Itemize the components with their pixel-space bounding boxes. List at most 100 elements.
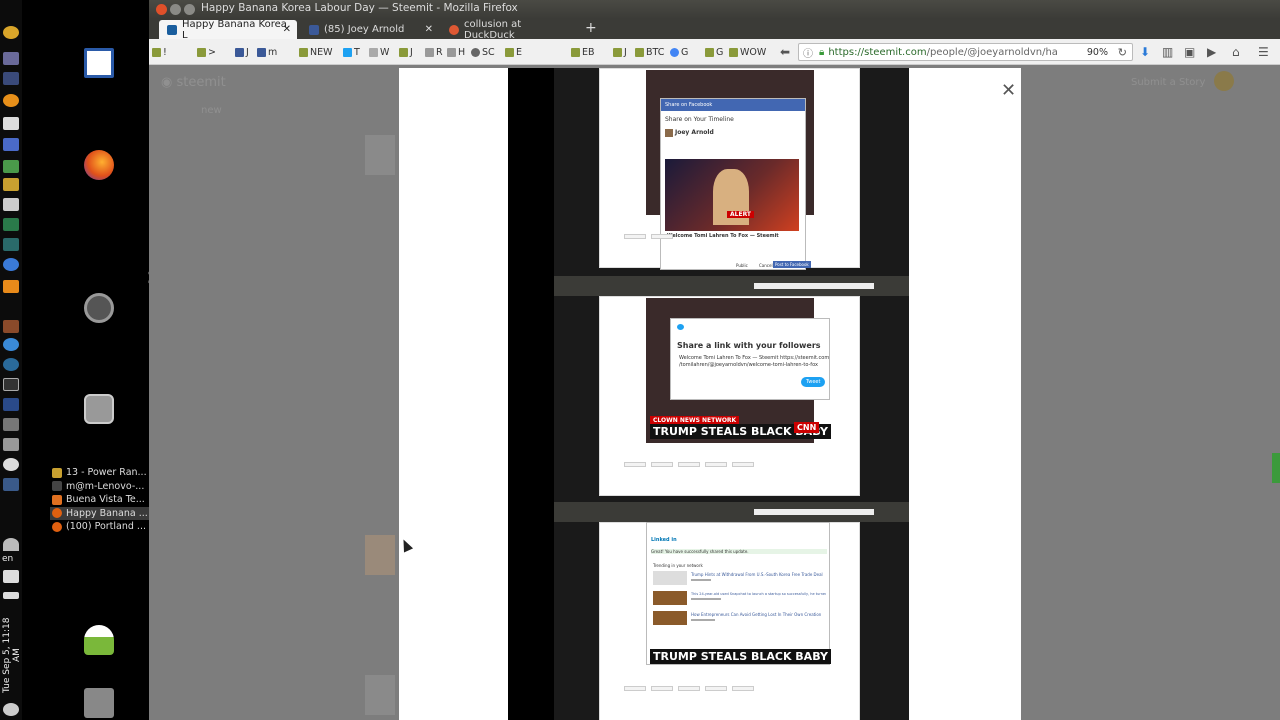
grid-icon[interactable] xyxy=(3,178,19,191)
twitter-icon xyxy=(343,47,352,57)
nav-new[interactable]: new xyxy=(201,105,222,116)
ubuntu-icon[interactable] xyxy=(3,26,19,39)
home-icon[interactable]: ⌂ xyxy=(1232,45,1240,59)
bookmark-item[interactable]: WOW xyxy=(729,46,766,58)
library-icon[interactable]: ▥ xyxy=(1162,45,1173,59)
atom-icon[interactable] xyxy=(3,358,19,371)
list-item[interactable]: Trump Hints at Withdrawal From U.S.-Sout… xyxy=(653,571,823,585)
download-icon[interactable]: ⬇ xyxy=(1140,45,1150,59)
bookmark-item[interactable]: m xyxy=(257,46,277,58)
bookmark-item[interactable]: ! xyxy=(152,46,167,58)
close-window-button[interactable] xyxy=(156,4,167,15)
system-clock[interactable]: Tue Sep 5, 11:18 AM xyxy=(2,610,22,700)
tweet-button[interactable]: Tweet xyxy=(801,377,826,387)
twitter-share-text[interactable]: Welcome Tomi Lahren To Fox — Steemit htt… xyxy=(679,355,829,361)
new-tab-icon[interactable]: + xyxy=(585,20,597,36)
twitter-share-text[interactable]: /tomilahren/@joeyarnoldvn/welcome-tomi-l… xyxy=(679,362,818,368)
monitor-icon[interactable] xyxy=(3,238,19,251)
url-bar[interactable]: ⓘ 🔒︎ https://steemit.com/people/@joeyarn… xyxy=(798,43,1133,61)
tab-duckduckgo[interactable]: collusion at DuckDuck xyxy=(441,19,579,41)
embedded-browser-chrome xyxy=(554,502,909,522)
sync-icon[interactable]: ▣ xyxy=(1184,45,1195,59)
info-icon[interactable]: ⓘ xyxy=(803,45,813,60)
trash-icon[interactable] xyxy=(84,688,114,718)
rss-icon[interactable] xyxy=(3,280,19,293)
close-tab-icon[interactable]: ✕ xyxy=(425,24,433,35)
bookmark-item[interactable]: J xyxy=(235,46,249,58)
bookmark-item[interactable]: G xyxy=(705,46,723,58)
keyboard-language[interactable]: en xyxy=(2,554,13,564)
ubuntu-software-icon[interactable] xyxy=(84,293,114,323)
zoom-level[interactable]: 90% xyxy=(1087,47,1108,58)
chrome-icon[interactable] xyxy=(3,338,19,351)
app-icon[interactable] xyxy=(3,52,19,65)
reload-icon[interactable]: ↻ xyxy=(1118,46,1127,59)
power-icon[interactable] xyxy=(3,703,19,716)
facebook-cancel[interactable]: Cancel xyxy=(759,263,773,268)
volume-icon[interactable] xyxy=(3,570,19,583)
bookmark-item[interactable]: E xyxy=(505,46,522,58)
firefox-icon[interactable] xyxy=(84,150,114,180)
scrollbar-thumb[interactable] xyxy=(1272,453,1280,483)
list-item[interactable]: How Entrepreneurs Can Avoid Getting Lost… xyxy=(653,611,821,625)
wifi-icon[interactable] xyxy=(3,538,19,551)
terminal-icon[interactable] xyxy=(3,378,19,391)
folder-icon[interactable] xyxy=(3,418,19,431)
bookmark-item[interactable]: R xyxy=(425,46,443,58)
tab-facebook[interactable]: (85) Joey Arnold ✕ xyxy=(301,20,439,39)
url-host: https://steemit.com xyxy=(828,46,927,58)
drive-icon[interactable] xyxy=(3,478,19,491)
minimize-window-button[interactable] xyxy=(170,4,181,15)
spreadsheet-icon[interactable] xyxy=(3,160,19,173)
tab-steemit[interactable]: Happy Banana Korea L ✕ xyxy=(159,19,297,41)
menu-icon[interactable]: ☰ xyxy=(1258,45,1269,59)
chromium-icon[interactable] xyxy=(3,258,19,271)
close-tab-icon[interactable]: ✕ xyxy=(283,24,291,35)
duckduckgo-icon xyxy=(449,24,459,35)
file-cabinet-icon[interactable] xyxy=(84,394,114,424)
wiki-icon xyxy=(369,47,378,57)
facebook-public[interactable]: Public xyxy=(736,263,748,268)
close-modal-icon[interactable]: ✕ xyxy=(1001,80,1016,101)
bookmark-item[interactable]: G xyxy=(670,46,688,58)
chart-icon[interactable] xyxy=(3,218,19,231)
facebook-post-button[interactable]: Post to Facebook xyxy=(773,261,811,268)
text-icon[interactable] xyxy=(3,198,19,211)
bookmark-item[interactable]: T xyxy=(343,46,360,58)
list-item[interactable]: This 24-year-old used Snapchat to launch… xyxy=(653,591,826,605)
nav-bar: ! > J m NEW T W J R H SC E EB J BTC G G … xyxy=(149,39,1280,65)
avatar[interactable] xyxy=(1214,71,1234,91)
printer-icon[interactable] xyxy=(3,438,19,451)
maximize-window-button[interactable] xyxy=(184,4,195,15)
twitter-share-dialog: Share a link with your followers Welcome… xyxy=(670,318,830,400)
folder-icon xyxy=(705,47,714,57)
battery-icon[interactable] xyxy=(3,592,19,599)
bookmark-item[interactable]: NEW xyxy=(299,46,333,58)
bookmark-item[interactable]: J xyxy=(399,46,413,58)
bookmark-item[interactable]: EB xyxy=(571,46,595,58)
submit-story-link[interactable]: Submit a Story xyxy=(1131,77,1205,88)
facebook-sub[interactable]: Share on Your Timeline xyxy=(665,116,734,123)
bookmark-item[interactable]: H xyxy=(447,46,465,58)
window-icon xyxy=(52,467,62,478)
user-accounts-icon[interactable] xyxy=(84,625,114,655)
facebook-link-title[interactable]: Welcome Tomi Lahren To Fox — Steemit xyxy=(667,233,779,239)
image-icon[interactable] xyxy=(3,320,19,333)
webcam-icon[interactable] xyxy=(3,458,19,471)
photo-icon[interactable] xyxy=(3,398,19,411)
upload-icon[interactable] xyxy=(3,72,19,85)
bitcoin-icon[interactable] xyxy=(3,94,19,107)
bookmark-item[interactable]: J xyxy=(613,46,627,58)
youtube-icon[interactable]: ▶ xyxy=(1207,45,1216,59)
facebook-header: Share on Facebook xyxy=(661,99,805,111)
back-icon[interactable]: ⬅ xyxy=(780,45,790,59)
bookmark-item[interactable]: SC xyxy=(471,46,495,58)
edit-icon[interactable] xyxy=(3,117,19,130)
bookmark-item[interactable]: W xyxy=(369,46,389,58)
document-icon[interactable] xyxy=(84,48,114,78)
folder-icon xyxy=(197,47,206,57)
calc-icon[interactable] xyxy=(3,138,19,151)
bookmark-item[interactable]: BTC xyxy=(635,46,664,58)
bookmark-item[interactable]: > xyxy=(197,46,216,58)
lock-icon: 🔒︎ xyxy=(819,46,825,58)
